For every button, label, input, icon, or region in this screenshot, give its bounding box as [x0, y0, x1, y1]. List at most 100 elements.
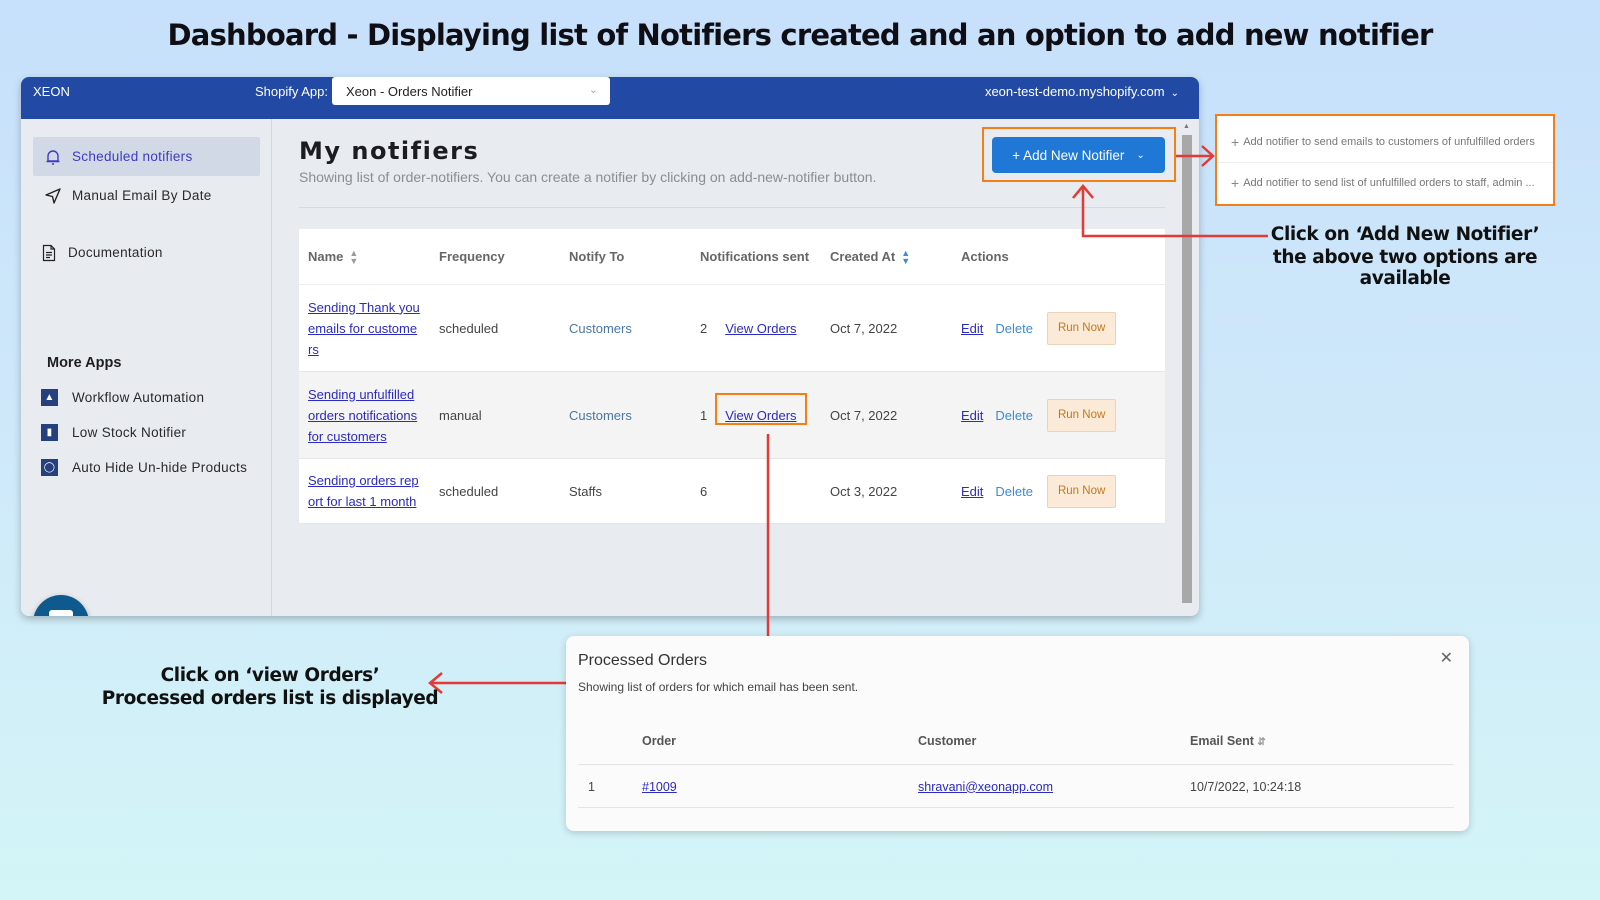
- more-apps-title: More Apps: [47, 355, 122, 371]
- plus-icon: +: [1231, 134, 1240, 150]
- modal-table-header: Order Customer Email Sent ⇵: [578, 718, 1454, 765]
- plus-icon: +: [1231, 174, 1240, 191]
- bell-icon: [43, 147, 63, 167]
- sent-count: 1: [700, 407, 708, 423]
- column-header-created-at[interactable]: Created At ▲ ▼: [821, 229, 952, 284]
- modal-title: Processed Orders: [578, 652, 707, 669]
- sent-count: 6: [700, 483, 708, 499]
- notifier-name-link[interactable]: Sending unfulfilled orders notifications…: [308, 384, 430, 447]
- more-app-label: Low Stock Notifier: [72, 425, 187, 440]
- shopify-app-select[interactable]: Xeon - Orders Notifier ⌄: [332, 77, 610, 105]
- annotation-add-notifier: Click on ‘Add New Notifier’ the above tw…: [1270, 224, 1540, 289]
- edit-link[interactable]: Edit: [961, 405, 983, 426]
- edit-link[interactable]: Edit: [961, 481, 983, 502]
- store-name: xeon-test-demo.myshopify.com: [984, 84, 1165, 99]
- notifiers-table: Name ▲ ▼ Frequency Notify To Notifications…: [299, 229, 1165, 524]
- sidebar-item-label: Scheduled notifiers: [72, 149, 193, 164]
- created-at-cell: Oct 7, 2022: [830, 320, 898, 336]
- order-link[interactable]: #1009: [642, 780, 677, 794]
- row-index: 1: [588, 779, 595, 794]
- more-app-auto-hide[interactable]: ◯ Auto Hide Un-hide Products: [41, 459, 247, 476]
- highlight-box: [982, 127, 1176, 182]
- sidebar-item-label: Manual Email By Date: [72, 188, 212, 203]
- auto-hide-app-icon: ◯: [41, 459, 58, 476]
- send-icon: [43, 186, 63, 206]
- column-header-actions: Actions: [961, 249, 1009, 264]
- sent-count: 2: [700, 320, 708, 336]
- chat-support-button[interactable]: [33, 595, 89, 616]
- table-row: Sending Thank you emails for custome rs …: [299, 285, 1165, 372]
- table-row: Sending orders rep ort for last 1 month …: [299, 459, 1165, 524]
- delete-link[interactable]: Delete: [995, 318, 1033, 339]
- sidebar-item-label: Documentation: [68, 245, 163, 260]
- processed-orders-modal: Processed Orders Showing list of orders …: [566, 636, 1469, 831]
- more-app-workflow-automation[interactable]: ▲ Workflow Automation: [41, 389, 204, 406]
- created-at-cell: Oct 3, 2022: [830, 483, 898, 499]
- main-subtitle: Showing list of order-notifiers. You can…: [299, 169, 877, 185]
- chat-icon: [49, 610, 73, 616]
- created-at-cell: Oct 7, 2022: [830, 407, 898, 423]
- frequency-cell: scheduled: [439, 483, 499, 499]
- top-bar: XEON Shopify App: Xeon - Orders Notifier…: [21, 77, 1199, 119]
- divider: [299, 207, 1165, 208]
- store-menu[interactable]: xeon-test-demo.myshopify.com ⌄: [985, 84, 1179, 99]
- edit-link[interactable]: Edit: [961, 318, 983, 339]
- sidebar-item-documentation[interactable]: Documentation: [29, 233, 256, 272]
- app-window: XEON Shopify App: Xeon - Orders Notifier…: [21, 77, 1199, 616]
- column-header-frequency: Frequency: [439, 249, 505, 264]
- app-select-value: Xeon - Orders Notifier: [346, 84, 473, 99]
- notify-to-cell: Customers: [569, 320, 632, 336]
- chevron-down-icon: ⌄: [588, 84, 598, 96]
- document-icon: [39, 243, 59, 263]
- run-now-button[interactable]: Run Now: [1046, 474, 1117, 508]
- sort-icon: ▲ ▼: [901, 247, 911, 266]
- view-orders-link[interactable]: View Orders: [725, 318, 796, 339]
- column-header-customer: Customer: [918, 734, 977, 748]
- notify-to-cell: Customers: [569, 407, 632, 423]
- low-stock-app-icon: ▮: [41, 424, 58, 441]
- close-icon[interactable]: ✕: [1440, 648, 1453, 668]
- chevron-down-icon: ⌄: [1170, 88, 1179, 99]
- sidebar-item-manual-email[interactable]: Manual Email By Date: [33, 176, 260, 215]
- column-header-notify-to: Notify To: [569, 249, 625, 264]
- more-app-low-stock-notifier[interactable]: ▮ Low Stock Notifier: [41, 424, 186, 441]
- main-title: My notifiers: [299, 137, 480, 165]
- more-app-label: Auto Hide Un-hide Products: [72, 460, 248, 475]
- modal-subtitle: Showing list of orders for which email h…: [578, 680, 859, 694]
- shopify-app-label: Shopify App:: [255, 84, 328, 99]
- frequency-cell: scheduled: [439, 320, 499, 336]
- frequency-cell: manual: [439, 407, 482, 423]
- scrollbar[interactable]: ▲: [1181, 121, 1193, 607]
- annotation-view-orders: Click on ‘view Orders’ Processed orders …: [101, 665, 439, 709]
- notify-to-cell: Staffs: [569, 483, 603, 499]
- delete-link[interactable]: Delete: [995, 405, 1033, 426]
- customer-email-link[interactable]: shravani@xeonapp.com: [918, 780, 1053, 794]
- column-header-order: Order: [642, 734, 677, 748]
- notifier-name-link[interactable]: Sending Thank you emails for custome rs: [308, 297, 430, 360]
- dropdown-option-customers[interactable]: + Add notifier to send emails to custome…: [1217, 122, 1553, 162]
- more-app-label: Workflow Automation: [72, 390, 205, 405]
- column-header-email-sent[interactable]: Email Sent ⇵: [1190, 734, 1266, 748]
- modal-table-row: 1 #1009 shravani@xeonapp.com 10/7/2022, …: [578, 766, 1454, 808]
- sidebar-item-scheduled-notifiers[interactable]: Scheduled notifiers: [33, 137, 260, 176]
- add-notifier-dropdown: + Add notifier to send emails to custome…: [1215, 114, 1555, 206]
- column-header-name[interactable]: Name ▲ ▼: [299, 229, 430, 284]
- main-content: My notifiers Showing list of order-notif…: [273, 119, 1183, 616]
- email-sent-cell: 10/7/2022, 10:24:18: [1190, 779, 1302, 794]
- sort-icon: ▲ ▼: [349, 247, 359, 266]
- delete-link[interactable]: Delete: [995, 481, 1033, 502]
- workflow-app-icon: ▲: [41, 389, 58, 406]
- run-now-button[interactable]: Run Now: [1046, 311, 1117, 345]
- sidebar: Scheduled notifiers Manual Email By Date…: [21, 119, 272, 616]
- scroll-up-icon: ▲: [1183, 123, 1190, 130]
- run-now-button[interactable]: Run Now: [1046, 398, 1117, 432]
- brand-logo: XEON: [33, 84, 70, 99]
- scrollbar-thumb[interactable]: [1182, 135, 1192, 603]
- page-title: Dashboard - Displaying list of Notifiers…: [167, 18, 1434, 52]
- column-header-notifications-sent: Notifications sent: [700, 249, 810, 264]
- highlight-box: [715, 393, 807, 425]
- dropdown-option-staff[interactable]: + Add notifier to send list of unfulfill…: [1217, 162, 1553, 202]
- sort-icon: ⇵: [1257, 737, 1266, 748]
- table-header: Name ▲ ▼ Frequency Notify To Notifications…: [299, 229, 1165, 285]
- notifier-name-link[interactable]: Sending orders rep ort for last 1 month: [308, 470, 430, 512]
